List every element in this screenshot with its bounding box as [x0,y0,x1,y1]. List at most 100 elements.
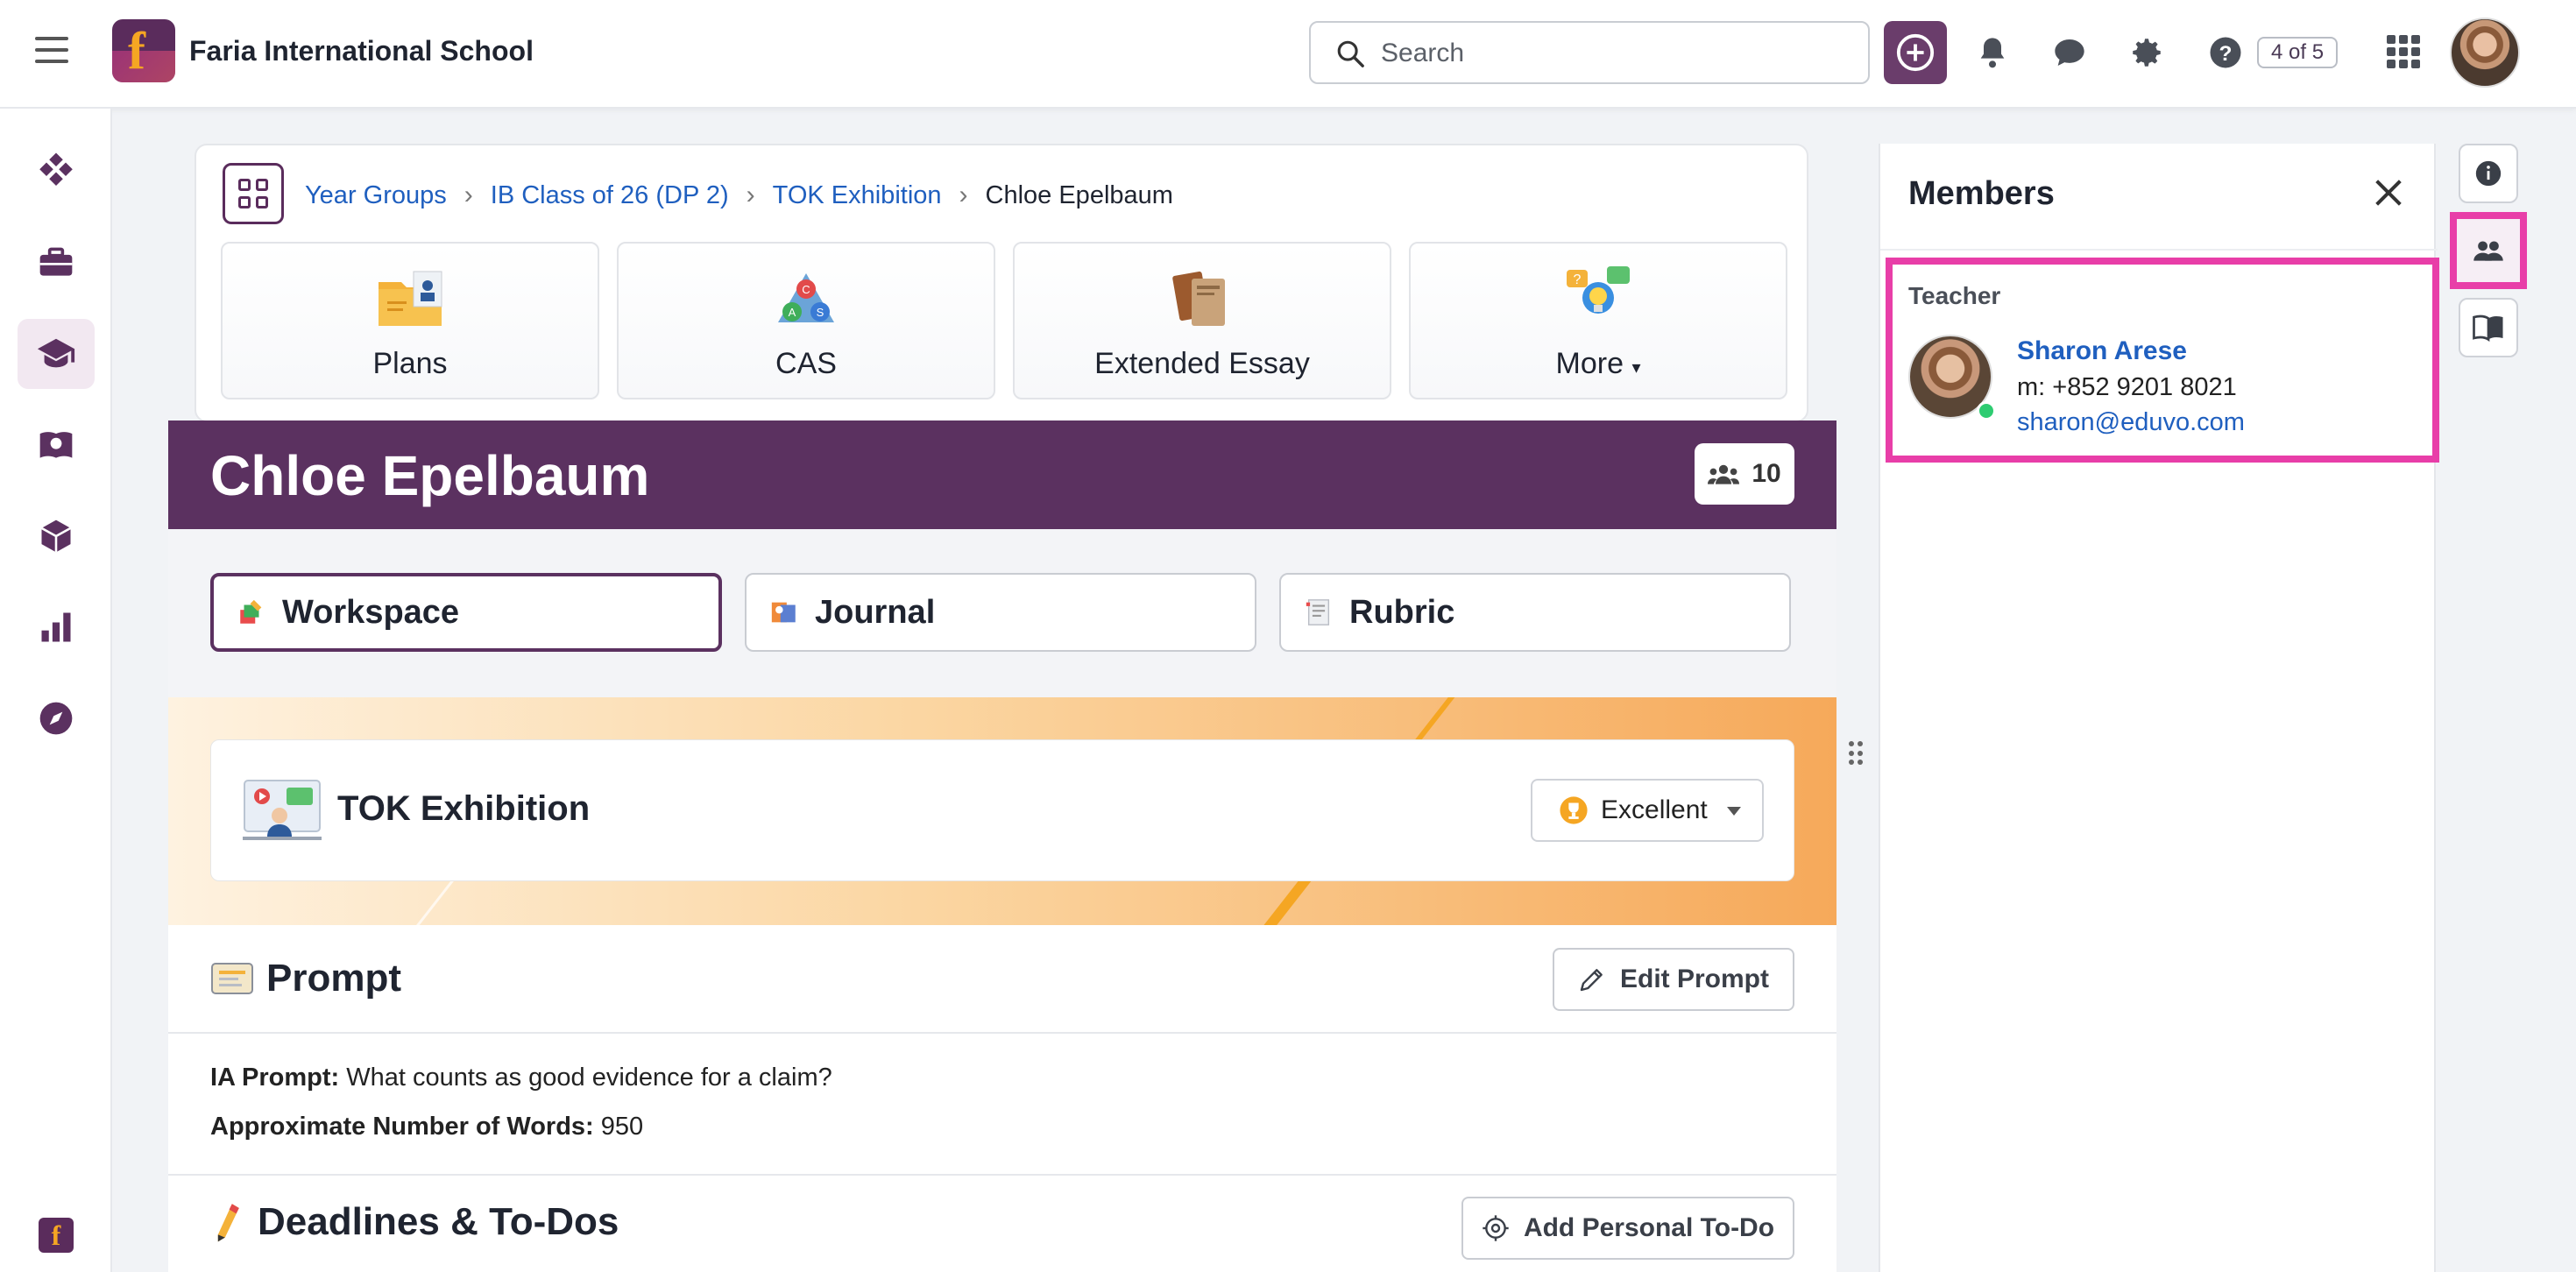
ia-prompt-value: What counts as good evidence for a claim… [346,1064,832,1092]
add-icon [1896,33,1935,72]
caret-down-icon [1727,807,1741,816]
prompt-heading: Prompt [210,957,401,1000]
presentation-icon [243,780,322,840]
cube-icon [40,519,72,553]
tile-extended-essay[interactable]: Extended Essay [1013,242,1391,399]
sidebar-item-explore[interactable] [18,683,95,753]
teacher-email-link[interactable]: sharon@eduvo.com [2017,408,2245,437]
apps-grid-icon[interactable] [2387,35,2420,68]
members-title: Members [1908,175,2055,212]
settings-button[interactable] [2127,33,2166,72]
edit-prompt-button[interactable]: Edit Prompt [1553,948,1794,1011]
bell-icon [1980,38,2005,68]
menu-icon[interactable] [35,37,68,65]
prompt-icon [211,963,253,994]
tile-cas[interactable]: CAS CAS [617,242,995,399]
student-header: Chloe Epelbaum 10 [168,420,1836,529]
tile-more[interactable]: ? More ▾ [1409,242,1787,399]
members-count: 10 [1752,459,1781,488]
onboarding-progress-badge[interactable]: 4 of 5 [2257,37,2339,68]
chevron-right-icon: › [464,180,473,209]
svg-text:C: C [802,283,810,296]
deadlines-section: Deadlines & To-Dos Add Personal To-Do [168,1174,1836,1272]
school-logo[interactable] [112,19,175,82]
school-name[interactable]: Faria International School [189,35,534,67]
apps-grid-icon[interactable] [223,163,284,224]
messages-button[interactable] [2050,33,2089,72]
prompt-section: Prompt Edit Prompt IA Prompt: What count… [168,925,1836,1174]
svg-text:S: S [817,306,824,319]
tile-label: Extended Essay [1094,347,1310,380]
divider [168,1032,1836,1034]
book-open-icon [2473,314,2503,342]
compass-icon [39,702,73,735]
members-count-button[interactable]: 10 [1695,443,1794,505]
users-icon [1708,464,1740,484]
journal-icon [771,602,796,623]
breadcrumb-class[interactable]: IB Class of 26 (DP 2) [491,181,729,210]
atlas-book-icon [39,432,73,458]
chat-icon [2055,39,2084,66]
search-icon [1337,40,1364,67]
help-button[interactable]: ? [2206,33,2245,72]
top-bar: Faria International School ? 4 of 5 [0,0,2576,109]
teacher-phone: m: +852 9201 8021 [2017,373,2237,401]
search-box[interactable] [1309,21,1870,84]
panel-resize-handle[interactable] [1849,741,1863,766]
add-todo-label: Add Personal To-Do [1523,1213,1775,1242]
tile-label: More ▾ [1411,347,1786,381]
breadcrumb-year-groups[interactable]: Year Groups [305,181,447,210]
tab-rubric[interactable]: Rubric [1279,573,1791,652]
word-count-value: 950 [600,1113,644,1141]
gear-icon [2133,39,2161,67]
caret-down-icon: ▾ [1631,358,1641,378]
sidebar-item-portfolio[interactable] [18,228,95,298]
svg-text:?: ? [1574,272,1582,287]
online-status-indicator [1977,401,1996,420]
close-icon[interactable] [2371,175,2406,210]
edit-prompt-label: Edit Prompt [1620,965,1769,993]
tab-workspace[interactable]: Workspace [210,573,722,652]
add-personal-todo-button[interactable]: Add Personal To-Do [1461,1197,1794,1260]
chevron-right-icon: › [959,180,968,209]
student-name: Chloe Epelbaum [210,444,650,507]
trophy-icon [1560,796,1588,824]
rubric-icon [1306,599,1330,625]
info-icon [2475,160,2502,187]
users-icon [2473,241,2503,261]
left-sidebar: f [0,109,112,1272]
info-panel-button[interactable] [2459,144,2518,203]
pencil-icon [1580,969,1603,992]
grade-select[interactable]: Excellent [1531,779,1764,842]
brand-logo-small: f [39,1218,74,1253]
teacher-name-link[interactable]: Sharon Arese [2017,336,2187,366]
tab-label: Workspace [282,593,460,631]
word-count-line: Approximate Number of Words: 950 [210,1113,643,1141]
sidebar-item-atlas[interactable] [18,410,95,480]
notifications-button[interactable] [1973,33,2012,72]
help-icon: ? [2210,37,2241,68]
assessment-card: TOK Exhibition Excellent [210,739,1794,881]
search-input[interactable] [1381,33,1836,74]
resources-panel-button[interactable] [2459,298,2518,357]
tile-plans[interactable]: Plans [221,242,599,399]
user-avatar[interactable] [2450,18,2520,88]
tile-label: CAS [775,347,837,380]
divider [1880,249,2438,251]
svg-text:A: A [789,306,796,319]
sidebar-item-reports[interactable] [18,592,95,662]
pencil-icon [217,1204,239,1242]
deadlines-heading: Deadlines & To-Dos [210,1200,619,1244]
cas-triangle-icon: CA S [778,273,834,322]
folder-icon [379,271,442,326]
add-button[interactable] [1884,21,1947,84]
tab-journal[interactable]: Journal [745,573,1256,652]
sidebar-item-dashboard[interactable] [18,137,95,207]
sidebar-item-units[interactable] [18,501,95,571]
breadcrumb-tok-exhibition[interactable]: TOK Exhibition [773,181,942,210]
workspace-icon [240,599,262,624]
member-role: Teacher [1908,282,2001,309]
ia-prompt-label: IA Prompt: [210,1064,340,1092]
members-panel-button[interactable] [2450,212,2527,289]
sidebar-item-classes[interactable] [18,319,95,389]
